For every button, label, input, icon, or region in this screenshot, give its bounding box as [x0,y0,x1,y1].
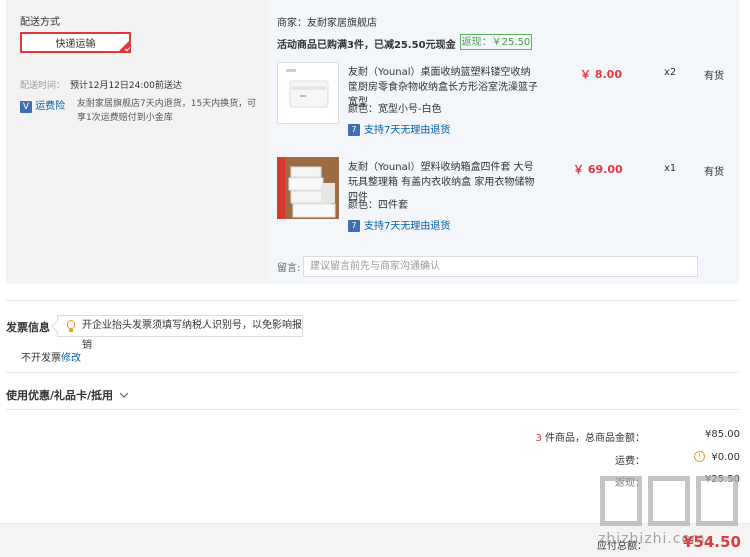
product-stock-1: 有货 [704,71,724,82]
insurance-link[interactable]: V 运费险 [20,97,65,113]
invoice-title: 发票信息 [6,321,50,334]
product-image-2[interactable] [277,157,339,219]
site-watermark: zhizhizhi.com [598,458,748,548]
invoice-tip: 开企业抬头发票须填写纳税人识别号，以免影响报销 [51,315,303,351]
insurance-label: 运费险 [35,101,66,112]
seven-day-return-icon: 7 [348,220,360,232]
message-label: 留言: [277,263,301,274]
divider [6,372,739,373]
product-color-2: 颜色：四件套 [348,200,408,211]
discount-title: 使用优惠/礼品卡/抵用 [6,389,114,402]
return-policy-label-2: 支持7天无理由退货 [364,221,451,232]
watermark-glyph [696,476,738,526]
delivery-time-value: 预计12月12日24:00前送达 [70,81,182,91]
storage-basket-image [286,69,329,108]
invoice-value: 不开发票 [21,353,61,364]
seven-day-return-icon: 7 [348,124,360,136]
promo-text: 活动商品已购满3件，已减25.50元现金 [277,40,456,51]
product-color-1: 颜色：宽型小号-白色 [348,104,442,115]
return-policy-label-1: 支持7天无理由退货 [364,125,451,136]
rebate-badge: 返现：￥25.50 [460,34,532,50]
insurance-desc: 友耐家居旗舰店7天内退货，15天内换货，可享1次运费赔付到小金库 [77,99,257,123]
return-policy-2: 7 支持7天无理由退货 [348,217,450,232]
storage-boxes-image [277,157,339,219]
product-image-1[interactable] [277,62,339,124]
product-stock-2: 有货 [704,167,724,178]
product-qty-1: x2 [664,67,677,78]
divider [6,300,739,301]
delivery-time-label: 配送时间： [20,81,66,91]
total-amount: ¥85.00 [705,429,740,440]
discount-toggle[interactable]: 使用优惠/礼品卡/抵用 [6,387,129,403]
chevron-down-icon [119,392,129,398]
shipping-title: 配送方式 [20,17,60,28]
watermark-glyph [600,476,642,526]
watermark-text: zhizhizhi.com [598,531,706,547]
message-input[interactable]: 建议留言前先与商家沟通确认 [303,256,698,277]
tooltip-arrow [51,320,64,333]
shipping-method-label: 快递运输 [55,39,96,50]
watermark-glyph [648,476,690,526]
invoice-edit-link[interactable]: 修改 [61,349,81,364]
product-price-2: ￥ 69.00 [573,163,623,176]
invoice-tip-text: 开企业抬头发票须填写纳税人识别号，以免影响报销 [82,320,302,351]
selected-check-icon [119,41,129,51]
divider [6,409,739,410]
merchant-name: 商家：友耐家居旗舰店 [277,18,377,29]
return-policy-1: 7 支持7天无理由退货 [348,121,450,136]
item-count: 3 [535,433,542,444]
summary-count-row: 3 件商品，总商品金额： [480,429,645,444]
lightbulb-icon [67,320,75,332]
insurance-badge-icon: V [20,101,32,113]
product-qty-2: x1 [664,163,677,174]
product-price-1: ￥ 8.00 [580,68,622,81]
shipping-method-button[interactable]: 快递运输 [20,32,131,53]
item-count-suffix: 件商品，总商品金额： [545,433,645,444]
